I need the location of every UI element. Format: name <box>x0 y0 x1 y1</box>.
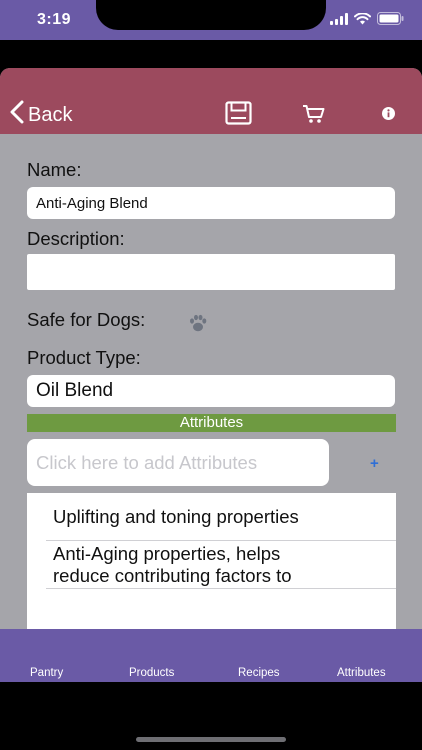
product-type-field[interactable]: Oil Blend <box>27 375 395 407</box>
wifi-icon <box>354 12 371 30</box>
attributes-list[interactable]: Uplifting and toning properties Anti-Agi… <box>27 493 396 633</box>
status-bar: 3:19 <box>0 0 422 40</box>
add-attribute-placeholder: Click here to add Attributes <box>36 451 258 473</box>
navigation-bar: Back <box>0 68 422 134</box>
back-button[interactable]: Back <box>10 100 72 130</box>
list-item[interactable]: Uplifting and toning properties <box>46 493 396 541</box>
status-icons <box>330 12 404 30</box>
add-attribute-field[interactable]: Click here to add Attributes <box>27 439 329 486</box>
tab-pantry[interactable]: Pantry <box>30 667 63 679</box>
chevron-left-icon <box>10 100 24 130</box>
tab-attributes[interactable]: Attributes <box>337 667 386 679</box>
attributes-header: Attributes <box>27 414 396 432</box>
save-icon[interactable] <box>225 101 252 130</box>
attribute-text: Anti-Aging properties, helps reduce cont… <box>53 543 292 586</box>
detail-card: Back Name: Anti-Aging Blend Description:… <box>0 68 422 682</box>
cart-icon[interactable] <box>302 104 326 129</box>
description-label: Description: <box>27 228 125 249</box>
paw-icon[interactable] <box>188 314 208 337</box>
add-attribute-button[interactable]: + <box>370 455 379 472</box>
product-type-value: Oil Blend <box>36 380 114 401</box>
info-icon[interactable] <box>382 107 395 125</box>
safe-for-dogs-label: Safe for Dogs: <box>27 309 146 330</box>
signal-icon <box>330 12 348 30</box>
description-field[interactable] <box>27 254 395 290</box>
name-field[interactable]: Anti-Aging Blend <box>27 187 395 219</box>
notch <box>96 0 326 30</box>
back-label: Back <box>28 103 73 126</box>
name-label: Name: <box>27 159 82 180</box>
home-indicator[interactable] <box>136 737 286 742</box>
tab-recipes[interactable]: Recipes <box>238 667 280 679</box>
phone-screen: 3:19 Back Name: Anti-Aging Blend Descrip… <box>0 0 422 750</box>
attribute-text: Uplifting and toning properties <box>53 506 299 527</box>
tab-bar: Pantry Products Recipes Attributes <box>0 629 422 682</box>
name-value: Anti-Aging Blend <box>36 194 148 212</box>
product-type-label: Product Type: <box>27 347 141 368</box>
tab-products[interactable]: Products <box>129 667 174 679</box>
battery-icon <box>377 12 404 30</box>
list-item[interactable]: Anti-Aging properties, helps reduce cont… <box>46 541 396 589</box>
status-time: 3:19 <box>37 11 72 28</box>
